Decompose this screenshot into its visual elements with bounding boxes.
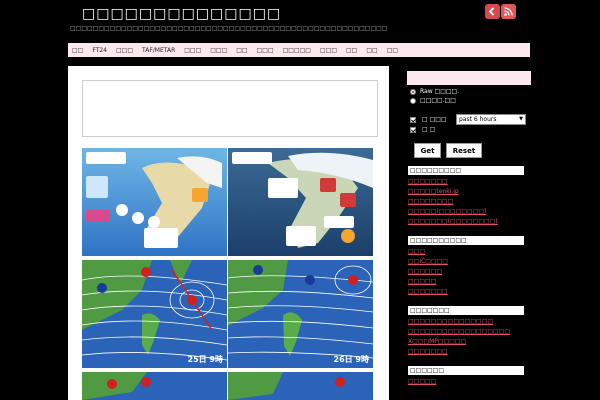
main-nav: □□ FT24 □□□ TAF/METAR □□□ □□□ □□ □□□ □□□… [68,43,530,57]
weather-map-thumb-4[interactable] [228,372,373,400]
sidebar-heading-1: □□□□□□□□□ [408,166,524,175]
sidebar-link[interactable]: □□□□□□□□□□□□□□□□□□ [408,328,510,335]
sidebar-heading-2: □□□□□□□□□□ [408,236,524,245]
sidebar-link[interactable]: □□□□□ [408,378,436,385]
site-description: □□□□□□□□□□□□□□□□□□□□□□□□□□□□□□□□□□□□□□□□… [70,25,388,32]
sidebar-link[interactable]: □□□□□ [408,278,436,285]
radio-option-2[interactable]: □□□□.□□ [410,97,456,104]
nav-item-13[interactable]: □□ [387,47,398,54]
nav-item-12[interactable]: □□ [366,47,377,54]
nav-item-11[interactable]: □□ [346,47,357,54]
sidebar-link[interactable]: □□□□□□□□□□□□□□□ [408,318,493,325]
nav-item-taf-metar[interactable]: TAF/METAR [142,47,175,54]
period-select-value: past 6 hours [459,116,497,123]
sidebar-link[interactable]: □□□ [408,248,425,255]
sidebar-link[interactable]: □□□□□□□ [408,288,448,295]
site-title[interactable]: □□□□□□□□□□□□□□ [82,6,281,22]
checkbox[interactable] [410,126,416,133]
nav-item-ft24[interactable]: FT24 [92,47,107,54]
checkbox[interactable] [410,116,416,123]
nav-item-8[interactable]: □□□ [257,47,274,54]
reset-button[interactable]: Reset [446,143,482,158]
sidebar-link[interactable]: □□□□□(□□□□□□□□) [408,208,486,215]
sidebar-link[interactable]: X□□□MP□□□□□ [408,338,466,345]
weather-map-thumb-3[interactable] [82,372,227,400]
sidebar-heading-3: □□□□□□□ [408,306,524,315]
radio-button[interactable] [410,88,416,95]
sidebar-heading-4: □□□□□□ [408,366,524,375]
sidebar-link[interactable]: □□□□□□□ [408,178,448,185]
nav-item-5[interactable]: □□□ [184,47,201,54]
get-button[interactable]: Get [414,143,441,158]
map-date-label: 25日 9時 [187,355,223,364]
weather-map-thumb-2[interactable]: 26日 9時 [228,260,373,368]
chevron-down-icon: ▼ [519,116,523,122]
radio-raw[interactable]: Raw □□□□. [410,88,459,95]
nav-item-3[interactable]: □□□ [116,47,133,54]
nav-item-6[interactable]: □□□ [210,47,227,54]
checkbox-label: □ □□□ [422,116,447,123]
map-date-label-2: 26日 9時 [333,355,369,364]
radio-label: Raw □□□□. [420,88,460,95]
weather-illustration-thumb[interactable] [82,148,227,256]
sidebar-link[interactable]: □□□□□tenki.jp [408,188,459,195]
sidebar-link[interactable]: □□□□□□ [408,268,442,275]
weather-illustration-thumb-2[interactable] [228,148,373,256]
home-icon[interactable] [485,4,500,19]
ad-placeholder [82,80,378,137]
checkbox-option-1[interactable]: □ □□□ [410,116,447,123]
sidebar-link[interactable]: □□□□□□□ [408,348,448,355]
checkbox-label: □ □ [422,126,436,133]
checkbox-option-2[interactable]: □ □ [410,126,435,133]
sidebar-header-bar [407,71,531,85]
weather-map-thumb[interactable]: 25日 9時 [82,260,227,368]
radio-label: □□□□.□□ [420,97,456,104]
sidebar-link[interactable]: □□IC□□□□ [408,258,448,265]
rss-icon[interactable] [501,4,516,19]
sidebar-link[interactable]: □□□□□□□(□□□□□□□□) [408,218,498,225]
nav-item-7[interactable]: □□ [236,47,247,54]
sidebar-link[interactable]: □□□□□□□□ [408,198,453,205]
period-select[interactable]: past 6 hours ▼ [456,114,526,125]
nav-item-10[interactable]: □□□ [320,47,337,54]
nav-item-9[interactable]: □□□□□ [283,47,311,54]
radio-button[interactable] [410,97,416,104]
nav-item-home[interactable]: □□ [72,47,83,54]
